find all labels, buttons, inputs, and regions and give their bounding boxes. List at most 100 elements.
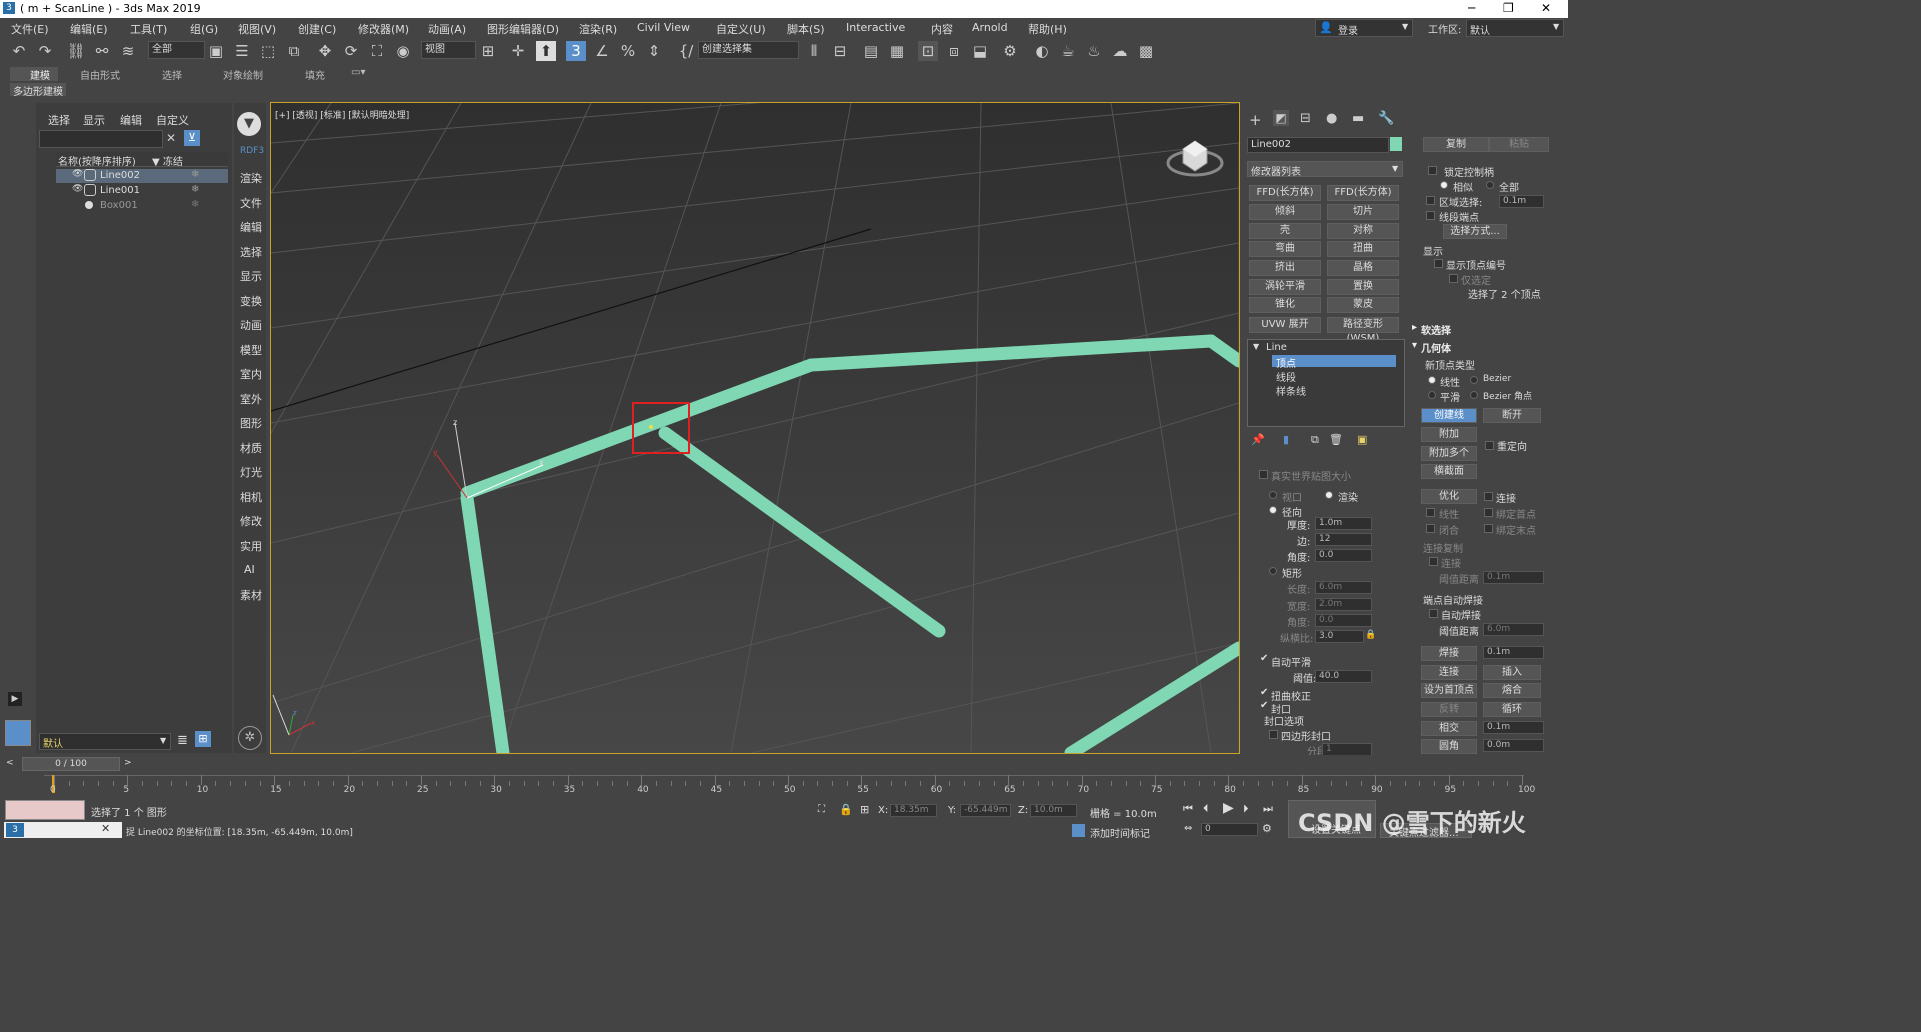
refine-button[interactable]: 优化: [1421, 489, 1477, 504]
real-world-checkbox[interactable]: [1259, 470, 1268, 479]
unlink-icon[interactable]: ⚯: [92, 41, 112, 61]
tab-selection[interactable]: 选择: [162, 67, 182, 82]
width-spinner[interactable]: 2.0m: [1315, 598, 1372, 611]
ffd-box-button-1[interactable]: FFD(长方体): [1249, 185, 1321, 201]
menu-graph-editors[interactable]: 图形编辑器(D): [487, 21, 559, 37]
play-icon[interactable]: ▶: [1223, 800, 1234, 816]
place-icon[interactable]: ◉: [393, 41, 413, 61]
side-tab-render[interactable]: 渲染: [240, 170, 262, 186]
weld-button[interactable]: 焊接: [1421, 646, 1477, 661]
login-dropdown[interactable]: 👤 登录 ▼: [1315, 19, 1413, 37]
isolate-icon[interactable]: ⛶: [818, 804, 825, 815]
break-button[interactable]: 断开: [1483, 408, 1541, 423]
side-tab-exterior[interactable]: 室外: [240, 391, 262, 407]
stack-item-vertex[interactable]: 顶点: [1276, 355, 1296, 370]
side-tab-camera[interactable]: 相机: [240, 489, 262, 505]
go-to-end-icon[interactable]: ⏭: [1263, 802, 1273, 816]
side-tab-rdf3[interactable]: RDF3: [240, 146, 264, 156]
side-tab-modify[interactable]: 修改: [240, 513, 262, 529]
snap-3d-icon[interactable]: 3: [566, 41, 586, 61]
side-tab-file[interactable]: 文件: [240, 195, 262, 211]
attach-multiple-button[interactable]: 附加多个: [1421, 446, 1477, 461]
create-line-button[interactable]: 创建线: [1421, 408, 1477, 423]
stack-item-segment[interactable]: 线段: [1276, 369, 1296, 384]
lattice-button[interactable]: 晶格: [1327, 260, 1399, 276]
slice-button[interactable]: 切片: [1327, 204, 1399, 220]
render-activeshade-icon[interactable]: ☁: [1110, 41, 1130, 61]
tab-populate[interactable]: 填充: [305, 67, 325, 82]
symmetry-button[interactable]: 对称: [1327, 223, 1399, 239]
plugin-logo-icon[interactable]: ▼: [237, 112, 261, 136]
list-item-box001[interactable]: Box001 ❄: [56, 199, 228, 213]
schematic-view-icon[interactable]: ⧈: [944, 41, 964, 61]
fuse-button[interactable]: 熔合: [1483, 683, 1541, 698]
menu-arnold[interactable]: Arnold: [972, 21, 1008, 34]
closed-checkbox[interactable]: [1426, 524, 1435, 533]
rectangular-selection-icon[interactable]: ⬚: [258, 41, 278, 61]
redo-icon[interactable]: ↷: [35, 41, 55, 61]
object-name-input[interactable]: Line002: [1247, 137, 1389, 153]
taper-button[interactable]: 锥化: [1249, 297, 1321, 313]
modify-tab-icon[interactable]: ◩: [1273, 110, 1289, 126]
side-tab-model[interactable]: 模型: [240, 342, 262, 358]
list-item-line002[interactable]: 👁 Line002 ❄: [56, 169, 228, 183]
all-radio[interactable]: [1486, 181, 1494, 189]
add-time-tag[interactable]: 添加时间标记: [1090, 825, 1150, 840]
rectangular-radio[interactable]: [1269, 567, 1277, 575]
menu-modifiers[interactable]: 修改器(M): [358, 21, 409, 37]
path-deform-button[interactable]: 路径变形 (WSM): [1327, 317, 1399, 344]
spinner-snap-icon[interactable]: ⇕: [644, 41, 664, 61]
angle-spinner[interactable]: 0.0: [1315, 549, 1372, 562]
time-config-icon[interactable]: ⚙: [1262, 822, 1272, 835]
taskbar-preview[interactable]: 3 ✕: [4, 822, 122, 838]
workspace-dropdown[interactable]: 默认 ▼: [1466, 19, 1564, 37]
clear-search-icon[interactable]: ✕: [166, 131, 176, 145]
thickness-spinner[interactable]: 1.0m: [1315, 517, 1372, 530]
column-name[interactable]: 名称(按降序排序): [58, 153, 136, 168]
pivot-icon[interactable]: ⊞: [478, 41, 498, 61]
select-by-button[interactable]: 选择方式...: [1443, 224, 1507, 239]
render-cloud-icon[interactable]: ▩: [1136, 41, 1156, 61]
object-color-swatch[interactable]: [1390, 137, 1402, 151]
menu-interactive[interactable]: Interactive: [846, 21, 905, 34]
stack-item-line[interactable]: Line: [1266, 342, 1287, 353]
displace-button[interactable]: 置换: [1327, 279, 1399, 295]
render-setup-icon[interactable]: ⚙: [1000, 41, 1020, 61]
lock-handles-checkbox[interactable]: [1428, 166, 1437, 175]
ffd-box-button-2[interactable]: FFD(长方体): [1327, 185, 1399, 201]
menu-tools[interactable]: 工具(T): [130, 21, 167, 37]
explorer-menu-customize[interactable]: 自定义: [156, 112, 189, 128]
rotate-icon[interactable]: ⟳: [341, 41, 361, 61]
side-tab-display[interactable]: 显示: [240, 268, 262, 284]
z-coordinate-field[interactable]: 10.0m: [1030, 804, 1077, 817]
menu-scripting[interactable]: 脚本(S): [787, 21, 825, 37]
twist-fix-check-icon[interactable]: ✔: [1260, 687, 1268, 698]
eye-icon[interactable]: 👁: [72, 184, 83, 194]
render-production-icon[interactable]: ☕: [1058, 41, 1078, 61]
explorer-menu-display[interactable]: 显示: [83, 112, 105, 128]
cross-insert-button[interactable]: 相交: [1421, 721, 1477, 736]
current-frame-field[interactable]: 0: [1201, 823, 1258, 836]
collapse-icon[interactable]: ▼: [1253, 342, 1259, 351]
filter-icon[interactable]: ⊻: [184, 130, 200, 146]
manipulate-icon[interactable]: ✛: [508, 41, 528, 61]
paste-button[interactable]: 粘贴: [1489, 137, 1549, 152]
layer-explorer-icon[interactable]: ▤: [861, 41, 881, 61]
side-tab-material[interactable]: 材质: [240, 440, 262, 456]
auto-smooth-check-icon[interactable]: ✔: [1260, 653, 1268, 664]
eye-icon[interactable]: 👁: [72, 169, 83, 179]
go-to-start-icon[interactable]: ⏮: [1183, 802, 1193, 816]
freeze-icon[interactable]: ❄: [191, 199, 199, 210]
viewport-canvas[interactable]: x z y x z: [271, 103, 1239, 753]
cap-check-icon[interactable]: ✔: [1260, 700, 1268, 711]
close-button[interactable]: ✕: [1541, 1, 1551, 15]
skin-button[interactable]: 蒙皮: [1327, 297, 1399, 313]
motion-tab-icon[interactable]: ●: [1326, 111, 1337, 126]
weld-threshold-spinner[interactable]: 6.0m: [1483, 623, 1544, 636]
side-tab-edit[interactable]: 编辑: [240, 219, 262, 235]
geometry-rollout[interactable]: 几何体: [1421, 340, 1451, 355]
viewport-radio[interactable]: [1269, 491, 1277, 499]
side-tab-ai[interactable]: AI: [244, 563, 255, 576]
twist-button[interactable]: 扭曲: [1327, 241, 1399, 257]
make-unique-icon[interactable]: ⧉: [1311, 433, 1319, 447]
